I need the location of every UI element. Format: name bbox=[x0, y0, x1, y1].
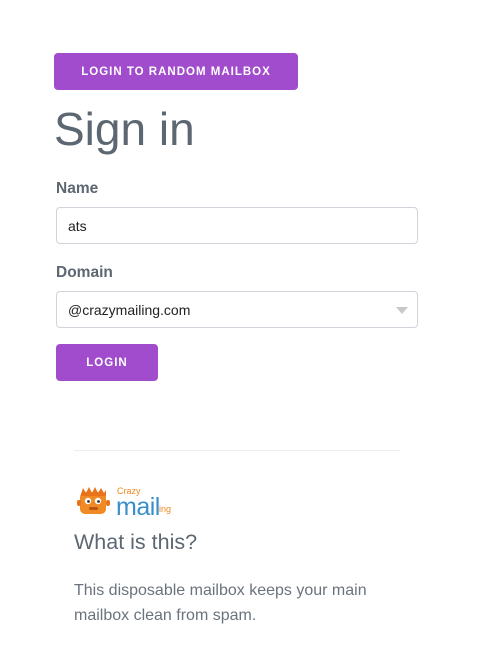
divider bbox=[74, 450, 400, 451]
domain-label: Domain bbox=[56, 264, 113, 281]
logo-text-ing: ing bbox=[159, 504, 172, 514]
chevron-down-icon bbox=[396, 307, 408, 314]
login-random-mailbox-button[interactable]: LOGIN TO RANDOM MAILBOX bbox=[54, 53, 298, 90]
login-button[interactable]: LOGIN bbox=[56, 344, 158, 381]
info-heading: What is this? bbox=[74, 530, 198, 554]
info-description: This disposable mailbox keeps your main … bbox=[74, 582, 367, 624]
page-title: Sign in bbox=[54, 103, 195, 155]
name-label: Name bbox=[56, 180, 99, 197]
domain-select-value: @crazymailing.com bbox=[68, 301, 191, 318]
domain-select[interactable]: @crazymailing.com bbox=[56, 291, 418, 328]
orange-monster-icon bbox=[77, 487, 110, 514]
crazymailing-logo: Crazy mail ing bbox=[77, 484, 187, 521]
name-input[interactable] bbox=[56, 207, 418, 244]
logo-text-mail: mail bbox=[116, 493, 160, 521]
